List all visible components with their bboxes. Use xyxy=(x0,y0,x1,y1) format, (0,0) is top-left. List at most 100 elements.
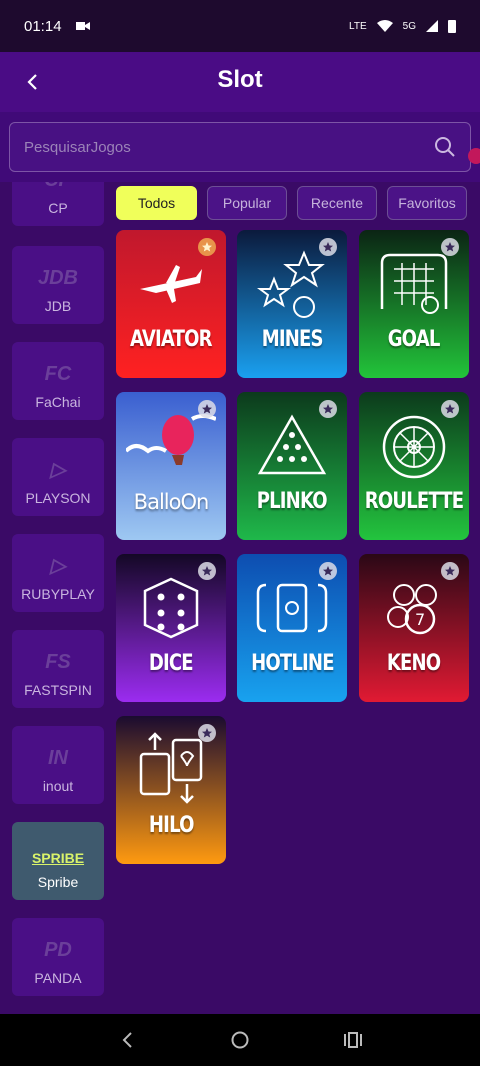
game-card-aviator[interactable]: AVIATOR xyxy=(116,230,226,378)
star-icon xyxy=(202,404,212,414)
provider-name: JDB xyxy=(44,298,72,314)
game-card-mines[interactable]: MINES xyxy=(237,230,347,378)
star-icon xyxy=(445,566,455,576)
sidebar-item-fastspin[interactable]: FS FASTSPIN xyxy=(12,630,104,708)
game-art xyxy=(237,568,347,648)
provider-logo: ▷ xyxy=(50,555,66,577)
signal-icon xyxy=(426,20,438,32)
sidebar-item-jdb[interactable]: JDB JDB xyxy=(12,246,104,324)
favorite-star-button[interactable] xyxy=(319,562,337,580)
game-card-hotline[interactable]: HOTLINE xyxy=(237,554,347,702)
status-bar: 01:14 LTE 5G xyxy=(0,0,480,52)
provider-name: FASTSPIN xyxy=(24,682,92,698)
sidebar-item-cp[interactable]: CP CP xyxy=(12,182,104,226)
game-name: AVIATOR xyxy=(130,327,213,352)
favorite-star-button[interactable] xyxy=(198,400,216,418)
provider-name: PLAYSON xyxy=(25,490,91,506)
provider-sidebar: CP CP JDB JDB FC FaChai ▷ PLAYSON ▷ RUBYPLAY FS FAS… xyxy=(0,182,112,1014)
favorite-star-button[interactable] xyxy=(441,238,459,256)
star-icon xyxy=(202,728,212,738)
circle-home-icon xyxy=(231,1031,249,1049)
game-art xyxy=(116,406,226,486)
provider-name: inout xyxy=(42,778,74,794)
favorite-star-button[interactable] xyxy=(319,400,337,418)
nav-recents-button[interactable] xyxy=(338,1025,368,1055)
provider-logo: FS xyxy=(45,651,71,673)
sidebar-item-inout[interactable]: IN inout xyxy=(12,726,104,804)
video-camera-icon xyxy=(75,22,90,30)
triangle-back-icon xyxy=(122,1032,132,1048)
network-label: LTE xyxy=(349,20,367,32)
favorite-star-button[interactable] xyxy=(198,562,216,580)
game-name: GOAL xyxy=(388,327,441,352)
favorite-star-button[interactable] xyxy=(198,724,216,742)
tab-todos[interactable]: Todos xyxy=(116,186,197,220)
status-time: 01:14 xyxy=(24,17,62,35)
game-name: DICE xyxy=(149,651,194,676)
game-card-plinko[interactable]: PLINKO xyxy=(237,392,347,540)
provider-name: PANDA xyxy=(34,970,82,986)
search-input[interactable] xyxy=(24,138,434,156)
search-bar xyxy=(0,112,480,182)
provider-name: RUBYPLAY xyxy=(21,586,95,602)
provider-logo: FC xyxy=(44,363,72,385)
sidebar-item-fachai[interactable]: FC FaChai xyxy=(12,342,104,420)
game-card-balloon[interactable]: BalloOn xyxy=(116,392,226,540)
provider-logo: IN xyxy=(48,747,68,769)
game-name: HOTLINE xyxy=(250,651,334,676)
tab-popular[interactable]: Popular xyxy=(207,186,287,220)
game-art xyxy=(116,730,226,810)
sidebar-item-rubyplay[interactable]: ▷ RUBYPLAY xyxy=(12,534,104,612)
tab-favoritos[interactable]: Favoritos xyxy=(387,186,467,220)
game-card-hilo[interactable]: HILO xyxy=(116,716,226,864)
game-art xyxy=(116,244,226,324)
provider-name: FaChai xyxy=(35,394,81,410)
provider-logo: PD xyxy=(44,939,72,961)
game-art xyxy=(359,406,469,486)
game-name: KENO xyxy=(387,651,441,676)
provider-logo: JDB xyxy=(37,267,78,289)
star-icon xyxy=(445,404,455,414)
page-title: Slot xyxy=(217,66,263,93)
sidebar-item-spribe[interactable]: SPRIBE Spribe xyxy=(12,822,104,900)
game-art xyxy=(359,244,469,324)
star-icon xyxy=(323,242,333,252)
star-icon xyxy=(202,566,212,576)
favorite-star-button[interactable] xyxy=(319,238,337,256)
game-card-roulette[interactable]: ROULETTE xyxy=(359,392,469,540)
game-name: BalloOn xyxy=(133,490,210,514)
svg-text:7: 7 xyxy=(415,610,425,629)
favorite-star-button[interactable] xyxy=(198,238,216,256)
favorite-star-button[interactable] xyxy=(441,562,459,580)
game-art xyxy=(237,406,347,486)
battery-icon xyxy=(448,20,456,33)
wifi-icon xyxy=(376,20,393,32)
provider-name: CP xyxy=(48,200,68,216)
provider-logo: ▷ xyxy=(50,459,66,481)
favorite-star-button[interactable] xyxy=(441,400,459,418)
recents-icon xyxy=(344,1032,363,1048)
star-icon xyxy=(445,242,455,252)
star-icon xyxy=(202,242,212,252)
game-art: 7 xyxy=(359,568,469,648)
system-nav-bar xyxy=(0,1014,480,1066)
notification-dot xyxy=(468,148,480,164)
sidebar-item-panda[interactable]: PD PANDA xyxy=(12,918,104,996)
nav-back-button[interactable] xyxy=(112,1025,142,1055)
tab-recente[interactable]: Recente xyxy=(297,186,377,220)
game-name: ROULETTE xyxy=(364,489,464,514)
search-box xyxy=(9,122,471,172)
filter-tabs: Todos Popular Recente Favoritos xyxy=(116,186,467,220)
game-name: MINES xyxy=(261,327,324,352)
game-art xyxy=(237,244,347,324)
signal-label: 5G xyxy=(402,20,416,32)
provider-logo: SPRIBE xyxy=(31,850,85,866)
search-icon[interactable] xyxy=(434,136,456,158)
star-icon xyxy=(323,566,333,576)
sidebar-item-playson[interactable]: ▷ PLAYSON xyxy=(12,438,104,516)
game-card-goal[interactable]: GOAL xyxy=(359,230,469,378)
game-card-keno[interactable]: 7 KENO xyxy=(359,554,469,702)
game-card-dice[interactable]: DICE xyxy=(116,554,226,702)
provider-logo: CP xyxy=(44,182,72,192)
nav-home-button[interactable] xyxy=(225,1025,255,1055)
